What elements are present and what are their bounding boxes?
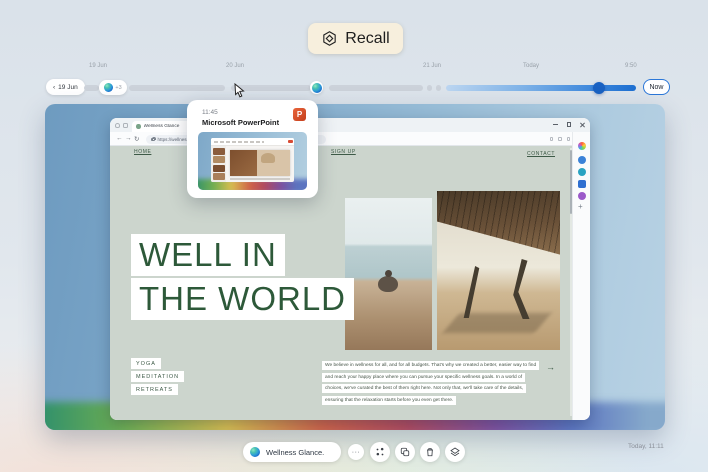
trash-icon [425,447,435,457]
menu-item-retreats[interactable]: RETREATS [131,384,178,395]
slide-caption-line [230,178,290,180]
timeline-track-segment[interactable] [329,85,423,91]
snapshot-viewer[interactable]: Wellness Glance × + ← → ↻ https://wellne… [45,104,665,430]
powerpoint-slide [230,150,290,176]
snapshot-time: 11:45 [202,109,218,116]
edge-browser-icon [104,83,113,92]
slide-image-left [230,150,257,176]
headline-line-2: THE WORLD [131,278,354,320]
site-nav-signup[interactable]: SIGN UP [331,149,356,155]
copy-icon [400,447,410,457]
minimize-icon[interactable] [553,124,558,125]
timeline-track-segment[interactable] [84,85,99,91]
timeline-track-segment[interactable] [129,85,225,91]
timeline-app-marker-edge[interactable] [310,81,323,94]
thatched-roof [437,191,560,255]
copy-button[interactable] [395,442,415,462]
search-input[interactable] [264,447,326,458]
site-paragraph: We believe in wellness for all, and for … [322,360,538,406]
menu-item-yoga[interactable]: YOGA [131,358,161,369]
figure-shadow [443,313,552,333]
snapshot-settings-button[interactable] [445,442,465,462]
back-icon[interactable]: ← [116,135,123,142]
more-options-button[interactable]: ··· [348,444,364,460]
recall-app: Recall ‹ 19 Jun 19 Jun 20 Jun 21 Jun Tod… [0,0,708,472]
recall-logo-badge: Recall [308,23,403,54]
timeline-app-marker-edge[interactable]: +3 [99,80,127,95]
site-favicon [136,124,141,129]
close-icon [288,140,293,144]
yoga-person-figure [459,266,485,318]
tab-actions-icon[interactable] [123,123,128,128]
powerpoint-window-thumbnail [211,138,294,182]
timeline-more-count: +3 [115,85,121,91]
timeline-date-label: 21 Jun [423,63,441,69]
interact-dots-icon [375,447,385,457]
mouse-cursor-icon [234,83,245,98]
now-label: Now [649,84,663,91]
sidebar-search-icon[interactable] [578,156,586,164]
window-controls [553,122,586,127]
meditating-person-figure [378,276,398,292]
interact-snapshot-button[interactable] [370,442,390,462]
timeline-track-segment[interactable] [436,85,441,91]
site-nav-contact[interactable]: CONTACT [527,151,555,157]
edge-browser-icon [312,83,322,93]
sidebar-outlook-icon[interactable] [578,180,586,188]
menu-item-meditation[interactable]: MEDITATION [131,371,184,382]
site-headline: WELL IN THE WORLD [131,234,354,320]
ellipsis-icon: ··· [352,449,361,456]
forward-icon[interactable]: → [125,135,132,142]
recall-icon [321,30,338,47]
lock-icon [151,138,155,141]
chevron-left-icon: ‹ [53,84,55,91]
edge-browser-window: Wellness Glance × + ← → ↻ https://wellne… [110,118,590,420]
site-menu: YOGA MEDITATION RETREATS [131,358,184,397]
slide-image-right [257,150,290,176]
slide-thumbnails-rail [211,146,226,182]
delete-button[interactable] [420,442,440,462]
timeline-date-label: Today [523,63,539,69]
recall-search-bar[interactable] [243,442,341,462]
powerpoint-ribbon [211,138,294,146]
copilot-icon[interactable] [578,142,586,150]
yoga-person-figure [503,259,537,319]
toolbar-extension-icons[interactable] [550,137,571,141]
timeline-track-segment[interactable] [427,85,432,91]
timeline-scrub-handle[interactable] [593,82,605,94]
timeline-back-label: 19 Jun [58,84,78,91]
recall-title: Recall [345,30,389,48]
browser-toolbar: ← → ↻ https://wellnessglance.com [110,132,590,146]
snapshot-thumbnail[interactable] [198,132,307,190]
yoga-stretch-photo [437,191,560,350]
powerpoint-icon: P [293,108,306,121]
current-timestamp: Today, 11:11 [628,443,664,450]
sidebar-add-icon[interactable]: + [578,202,583,211]
maximize-icon[interactable] [567,122,572,127]
timeline-active-segment[interactable] [446,85,636,91]
headline-line-1: WELL IN [131,234,285,276]
timeline-now-button[interactable]: Now [643,79,670,95]
arrow-right-icon[interactable]: → [546,362,555,372]
sidebar-games-icon[interactable] [578,192,586,200]
close-icon[interactable] [580,122,585,127]
meditation-photo [345,198,432,350]
wellness-website: HOME SIGN UP CONTACT WELL IN THE WORLD [110,146,572,420]
timeline-date-label: 19 Jun [89,63,107,69]
edge-browser-icon [250,447,260,457]
sidebar-tools-icon[interactable] [578,168,586,176]
browser-tab-strip: Wellness Glance × + [110,118,590,132]
edge-sidebar: + [572,132,590,420]
timeline-date-label: 20 Jun [226,63,244,69]
snapshot-app-name: Microsoft PowerPoint [202,118,279,127]
layers-icon [450,447,460,457]
timeline-back-button[interactable]: ‹ 19 Jun [46,79,85,95]
snapshot-preview-card[interactable]: 11:45 Microsoft PowerPoint P [187,100,318,198]
timeline-time-label: 9:50 [625,63,637,69]
site-nav-home[interactable]: HOME [134,149,151,155]
profile-icon[interactable] [115,123,120,128]
reload-icon[interactable]: ↻ [134,135,139,143]
